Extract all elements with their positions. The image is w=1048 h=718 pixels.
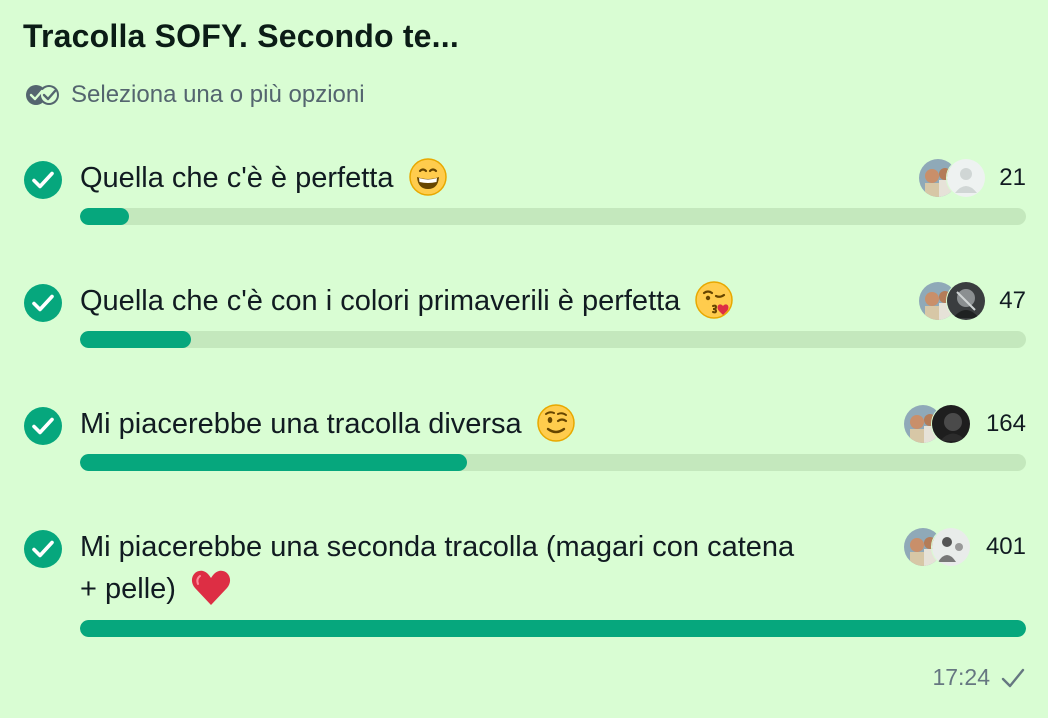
poll-option-label: Quella che c'è con i colori primaverili … xyxy=(80,280,734,322)
vote-progress-bar xyxy=(80,454,1026,471)
poll-option-text: Mi piacerebbe una tracolla diversa xyxy=(80,408,522,440)
double-check-icon xyxy=(25,83,61,107)
kissing-face-emoji xyxy=(694,280,734,320)
vote-count[interactable]: 164 xyxy=(986,410,1026,438)
voter-avatars[interactable] xyxy=(918,281,988,321)
avatar xyxy=(946,281,986,321)
vote-progress-fill xyxy=(80,208,130,225)
vote-progress-fill xyxy=(80,454,467,471)
checked-circle-icon[interactable] xyxy=(23,406,63,446)
poll-option-text: Quella che c'è con i colori primaverili … xyxy=(80,285,681,317)
poll-option-text: + pelle) xyxy=(80,573,176,605)
voter-avatars[interactable] xyxy=(903,404,973,444)
sent-check-icon xyxy=(1000,667,1026,689)
voter-avatars[interactable] xyxy=(918,158,988,198)
message-meta: 17:24 xyxy=(932,664,1026,691)
avatar xyxy=(931,404,971,444)
poll-subtitle: Seleziona una o più opzioni xyxy=(25,80,365,110)
vote-count[interactable]: 401 xyxy=(986,533,1026,561)
vote-progress-fill xyxy=(80,331,191,348)
poll-title: Tracolla SOFY. Secondo te... xyxy=(23,18,459,54)
poll-option-label: Quella che c'è è perfetta xyxy=(80,157,448,199)
winking-face-emoji xyxy=(536,403,576,443)
poll-option-label: Mi piacerebbe una seconda tracolla (maga… xyxy=(80,526,794,610)
vote-progress-bar xyxy=(80,620,1026,637)
checked-circle-icon[interactable] xyxy=(23,529,63,569)
vote-progress-bar xyxy=(80,331,1026,348)
voter-avatars[interactable] xyxy=(903,527,973,567)
grinning-face-emoji xyxy=(408,157,448,197)
vote-progress-fill xyxy=(80,620,1026,637)
poll-option-text-line2: + pelle) xyxy=(80,568,794,610)
poll-option-text: Mi piacerebbe una seconda tracolla (maga… xyxy=(80,531,795,563)
vote-count[interactable]: 21 xyxy=(999,164,1026,192)
avatar-placeholder xyxy=(946,158,986,198)
message-timestamp: 17:24 xyxy=(932,664,990,690)
checked-circle-icon[interactable] xyxy=(23,283,63,323)
avatar xyxy=(931,527,971,567)
poll-subtitle-text: Seleziona una o più opzioni xyxy=(71,81,365,108)
vote-count[interactable]: 47 xyxy=(999,287,1026,315)
poll-option-text: Quella che c'è è perfetta xyxy=(80,162,394,194)
red-heart-emoji xyxy=(190,568,232,608)
poll-card: Tracolla SOFY. Secondo te... Seleziona u… xyxy=(0,0,1048,718)
poll-option-label: Mi piacerebbe una tracolla diversa xyxy=(80,403,576,445)
vote-progress-bar xyxy=(80,208,1026,225)
checked-circle-icon[interactable] xyxy=(23,160,63,200)
